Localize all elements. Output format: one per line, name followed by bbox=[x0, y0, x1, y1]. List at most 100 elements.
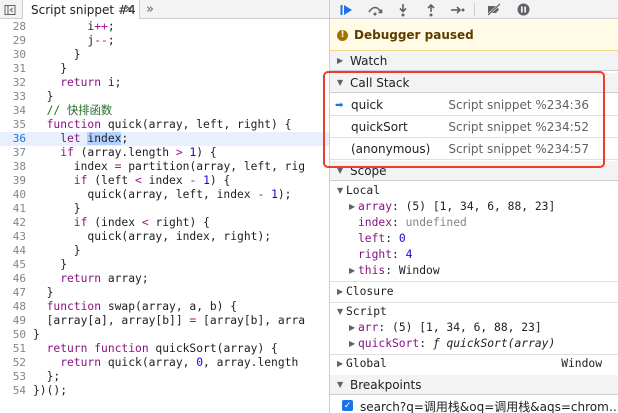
code-line[interactable]: 49 [array[a], array[b]] = [array[b], arr… bbox=[0, 314, 329, 328]
code-line[interactable]: 40 quick(array, left, index - 1); bbox=[0, 188, 329, 202]
code-line[interactable]: 53 }; bbox=[0, 370, 329, 384]
scope-variable[interactable]: index: undefined bbox=[330, 215, 618, 231]
line-number[interactable]: 53 bbox=[0, 370, 28, 384]
line-number[interactable]: 30 bbox=[0, 48, 28, 62]
line-number[interactable]: 51 bbox=[0, 342, 28, 356]
section-call-stack[interactable]: ▼ Call Stack bbox=[330, 73, 618, 93]
scope-variable[interactable]: ▶ arr: (5) [1, 34, 6, 88, 23] bbox=[330, 320, 618, 336]
line-number[interactable]: 40 bbox=[0, 188, 28, 202]
code-line[interactable]: 43 quick(array, index, right); bbox=[0, 230, 329, 244]
line-number[interactable]: 35 bbox=[0, 118, 28, 132]
toggle-navigator-icon[interactable] bbox=[0, 0, 20, 19]
scope-closure-header[interactable]: ▶ Closure bbox=[330, 284, 618, 300]
paused-label: Debugger paused bbox=[354, 28, 474, 42]
resume-button[interactable] bbox=[336, 0, 358, 19]
step-over-button[interactable] bbox=[364, 0, 386, 19]
line-number[interactable]: 41 bbox=[0, 202, 28, 216]
more-tabs-icon[interactable]: » bbox=[146, 0, 154, 19]
scope-global-header[interactable]: ▶ Global Window bbox=[330, 356, 618, 372]
code-line[interactable]: 54})(); bbox=[0, 384, 329, 398]
line-number[interactable]: 43 bbox=[0, 230, 28, 244]
line-number[interactable]: 54 bbox=[0, 384, 28, 398]
code-line[interactable]: 35 function quick(array, left, right) { bbox=[0, 118, 329, 132]
step-out-button[interactable] bbox=[420, 0, 442, 19]
code-line[interactable]: 28 i++; bbox=[0, 20, 329, 34]
code-line[interactable]: 44 } bbox=[0, 244, 329, 258]
code-text: } bbox=[33, 62, 68, 75]
variable-value: (5) [1, 34, 6, 88, 23] bbox=[405, 200, 556, 213]
line-number[interactable]: 50 bbox=[0, 328, 28, 342]
chevron-right-icon: ▶ bbox=[349, 202, 356, 211]
code-line[interactable]: 48 function swap(array, a, b) { bbox=[0, 300, 329, 314]
code-line[interactable]: 29 j--; bbox=[0, 34, 329, 48]
code-line[interactable]: 45 } bbox=[0, 258, 329, 272]
line-number[interactable]: 31 bbox=[0, 62, 28, 76]
breakpoint-item[interactable]: ✓ search?q=调用栈&oq=调用栈&aqs=chrom… bbox=[330, 398, 618, 413]
call-frame[interactable]: ➡ quick Script snippet %234:36 bbox=[330, 94, 618, 116]
debugger-toolbar bbox=[330, 0, 618, 19]
pause-on-exceptions-button[interactable] bbox=[512, 0, 534, 19]
line-number[interactable]: 44 bbox=[0, 244, 28, 258]
code-line[interactable]: 31 } bbox=[0, 62, 329, 76]
scope-variable[interactable]: ▶ array: (5) [1, 34, 6, 88, 23] bbox=[330, 199, 618, 215]
line-number[interactable]: 34 bbox=[0, 104, 28, 118]
section-call-stack-label: Call Stack bbox=[350, 75, 410, 90]
code-line[interactable]: 46 return array; bbox=[0, 272, 329, 286]
code-line[interactable]: 32 return i; bbox=[0, 76, 329, 90]
code-line[interactable]: 39 if (left < index - 1) { bbox=[0, 174, 329, 188]
step-into-button[interactable] bbox=[392, 0, 414, 19]
line-number[interactable]: 38 bbox=[0, 160, 28, 174]
line-number[interactable]: 42 bbox=[0, 216, 28, 230]
line-number[interactable]: 39 bbox=[0, 174, 28, 188]
call-frame[interactable]: quickSort Script snippet %234:52 bbox=[330, 116, 618, 138]
line-number[interactable]: 32 bbox=[0, 76, 28, 90]
line-number[interactable]: 52 bbox=[0, 356, 28, 370]
step-button[interactable] bbox=[447, 0, 469, 19]
toolbar-divider bbox=[474, 3, 475, 16]
line-number[interactable]: 48 bbox=[0, 300, 28, 314]
call-frame-location[interactable]: Script snippet %234:36 bbox=[448, 98, 589, 112]
line-number[interactable]: 33 bbox=[0, 90, 28, 104]
close-icon[interactable]: ✕ bbox=[124, 2, 134, 16]
code-line[interactable]: 33 } bbox=[0, 90, 329, 104]
scope-variable[interactable]: ▶ quickSort: ƒ quickSort(array) bbox=[330, 336, 618, 352]
code-line[interactable]: 50} bbox=[0, 328, 329, 342]
line-number[interactable]: 36 bbox=[0, 132, 28, 146]
chevron-down-icon: ▼ bbox=[337, 166, 344, 175]
call-frame[interactable]: (anonymous) Script snippet %234:57 bbox=[330, 138, 618, 160]
code-line[interactable]: 37 if (array.length > 1) { bbox=[0, 146, 329, 160]
chevron-down-icon: ▼ bbox=[337, 186, 344, 195]
code-text: let index; bbox=[33, 132, 129, 145]
section-breakpoints[interactable]: ▼ Breakpoints bbox=[330, 375, 618, 395]
section-watch[interactable]: ▶ Watch bbox=[330, 51, 618, 71]
line-number[interactable]: 29 bbox=[0, 34, 28, 48]
scope-variable[interactable]: right: 4 bbox=[330, 247, 618, 263]
call-frame-location[interactable]: Script snippet %234:52 bbox=[448, 120, 589, 134]
line-number[interactable]: 49 bbox=[0, 314, 28, 328]
scope-local-header[interactable]: ▼ Local bbox=[330, 183, 618, 199]
code-line[interactable]: 47 } bbox=[0, 286, 329, 300]
line-number[interactable]: 37 bbox=[0, 146, 28, 160]
scope-script-header[interactable]: ▼ Script bbox=[330, 304, 618, 320]
code-line-current[interactable]: 36 let index; bbox=[0, 132, 329, 146]
code-line[interactable]: 30 } bbox=[0, 48, 329, 62]
code-line[interactable]: 42 if (index < right) { bbox=[0, 216, 329, 230]
line-number[interactable]: 46 bbox=[0, 272, 28, 286]
call-frame-location[interactable]: Script snippet %234:57 bbox=[448, 142, 589, 156]
section-scope[interactable]: ▼ Scope bbox=[330, 161, 618, 181]
scope-variable[interactable]: ▶ this: Window bbox=[330, 263, 618, 279]
scope-variable[interactable]: left: 0 bbox=[330, 231, 618, 247]
line-number[interactable]: 28 bbox=[0, 20, 28, 34]
code-line[interactable]: 38 index = partition(array, left, rig bbox=[0, 160, 329, 174]
breakpoint-checkbox[interactable]: ✓ bbox=[342, 400, 353, 411]
line-number[interactable]: 47 bbox=[0, 286, 28, 300]
code-line[interactable]: 52 return quick(array, 0, array.length bbox=[0, 356, 329, 370]
code-line[interactable]: 41 } bbox=[0, 202, 329, 216]
code-editor[interactable]: 28 i++; 29 j--; 30 } 31 } 32 return i; 33 } 34… bbox=[0, 20, 329, 413]
code-line[interactable]: 51 return function quickSort(array) { bbox=[0, 342, 329, 356]
tab-script-snippet[interactable]: Script snippet #4 ✕ bbox=[22, 0, 140, 19]
deactivate-breakpoints-button[interactable] bbox=[483, 0, 505, 19]
sources-editor-pane: Script snippet #4 ✕ » 28 i++; 29 j--; 30 }… bbox=[0, 0, 329, 413]
line-number[interactable]: 45 bbox=[0, 258, 28, 272]
code-line[interactable]: 34 // 快排函数 bbox=[0, 104, 329, 118]
